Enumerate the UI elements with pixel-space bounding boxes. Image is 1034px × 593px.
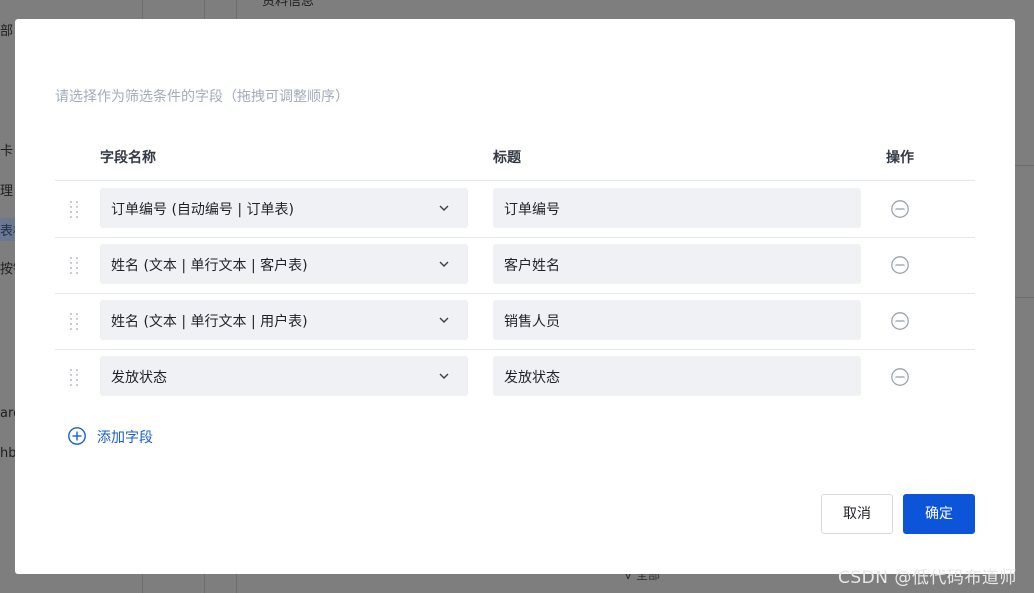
cancel-button[interactable]: 取消 [821,494,893,534]
minus-circle-icon[interactable] [890,199,910,219]
chevron-down-icon [439,261,449,267]
table-row: 发放状态 发放状态 [55,349,975,405]
field-select[interactable]: 姓名 (文本 | 单行文本 | 客户表) [100,244,468,284]
background-line [1015,165,1034,166]
drag-handle-icon[interactable] [69,369,81,386]
minus-circle-icon[interactable] [890,311,910,331]
field-select-value: 姓名 (文本 | 单行文本 | 客户表) [111,258,308,274]
column-header-field-name: 字段名称 [100,150,156,166]
title-input[interactable]: 销售人员 [493,300,861,340]
chevron-down-icon [439,205,449,211]
minus-circle-icon[interactable] [890,367,910,387]
title-input[interactable]: 发放状态 [493,356,861,396]
background-line [1015,297,1034,298]
table-header: 字段名称 标题 操作 [55,141,975,181]
field-select-value: 订单编号 (自动编号 | 订单表) [111,202,294,218]
drag-handle-icon[interactable] [69,313,81,330]
column-header-title: 标题 [493,150,521,166]
chevron-down-icon [439,317,449,323]
add-field-label: 添加字段 [97,430,153,446]
title-input-value: 订单编号 [504,202,560,218]
field-select[interactable]: 发放状态 [100,356,468,396]
watermark-text: CSDN @低代码布道师 [838,568,1017,588]
field-select-value: 发放状态 [111,370,167,386]
chevron-down-icon [439,373,449,379]
background-nav-fragment: 卡 [0,144,14,159]
table-row: 姓名 (文本 | 单行文本 | 用户表) 销售人员 [55,293,975,350]
minus-circle-icon[interactable] [890,255,910,275]
background-top-text: 资料信息 [262,0,315,9]
field-select[interactable]: 姓名 (文本 | 单行文本 | 用户表) [100,300,468,340]
dialog-hint: 请选择作为筛选条件的字段（拖拽可调整顺序） [55,89,349,105]
background-nav-fragment: 部 [0,24,14,39]
background-nav-fragment: 理 [0,184,14,199]
title-input[interactable]: 订单编号 [493,188,861,228]
column-header-action: 操作 [886,150,914,166]
table-row: 姓名 (文本 | 单行文本 | 客户表) 客户姓名 [55,237,975,294]
title-input[interactable]: 客户姓名 [493,244,861,284]
filter-fields-dialog: 请选择作为筛选条件的字段（拖拽可调整顺序） 字段名称 标题 操作 订单编号 (自… [15,19,1015,574]
field-select[interactable]: 订单编号 (自动编号 | 订单表) [100,188,468,228]
title-input-value: 销售人员 [504,314,560,330]
confirm-button[interactable]: 确定 [903,494,975,534]
drag-handle-icon[interactable] [69,257,81,274]
field-select-value: 姓名 (文本 | 单行文本 | 用户表) [111,314,308,330]
title-input-value: 发放状态 [504,370,560,386]
plus-circle-icon [68,427,86,445]
title-input-value: 客户姓名 [504,258,560,274]
table-row: 订单编号 (自动编号 | 订单表) 订单编号 [55,181,975,238]
drag-handle-icon[interactable] [69,201,81,218]
